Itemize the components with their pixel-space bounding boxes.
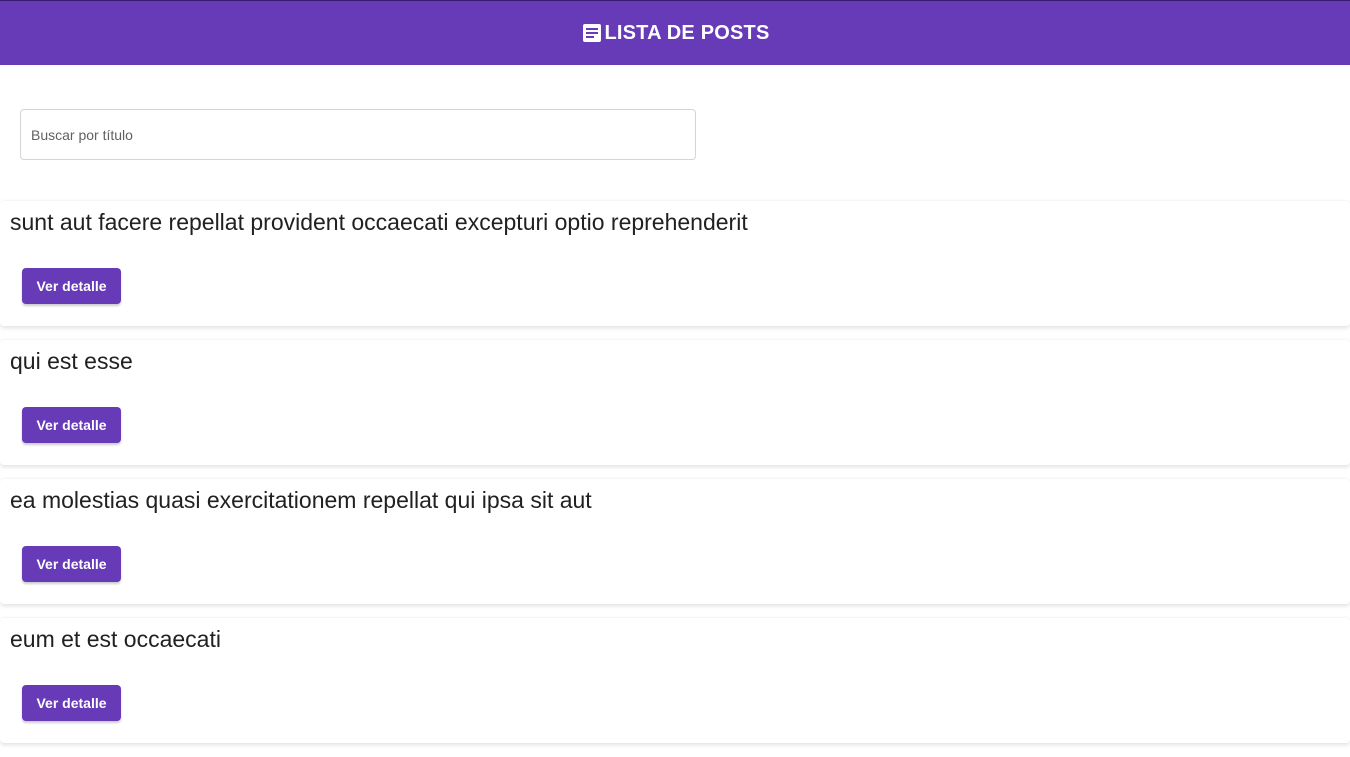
post-title: sunt aut facere repellat provident occae… (10, 209, 748, 235)
header-title-group: LISTA DE POSTS (582, 22, 769, 45)
view-detail-button[interactable]: Ver detalle (22, 407, 121, 443)
post-title: qui est esse (10, 348, 133, 374)
search-input[interactable] (21, 110, 695, 159)
post-card: ea molestias quasi exercitationem repell… (0, 479, 1350, 604)
page-title: LISTA DE POSTS (604, 21, 770, 44)
post-card: eum et est occaecati Ver detalle (0, 618, 1350, 743)
view-detail-button[interactable]: Ver detalle (22, 268, 121, 304)
app-header: LISTA DE POSTS (0, 0, 1350, 65)
post-card: qui est esse Ver detalle (0, 340, 1350, 465)
view-detail-button[interactable]: Ver detalle (22, 546, 121, 582)
view-detail-button[interactable]: Ver detalle (22, 685, 121, 721)
post-title: eum et est occaecati (10, 626, 221, 652)
post-list: sunt aut facere repellat provident occae… (0, 201, 1350, 757)
search-field[interactable] (20, 109, 696, 160)
post-title: ea molestias quasi exercitationem repell… (10, 487, 592, 513)
article-icon (582, 23, 602, 43)
post-card: sunt aut facere repellat provident occae… (0, 201, 1350, 326)
